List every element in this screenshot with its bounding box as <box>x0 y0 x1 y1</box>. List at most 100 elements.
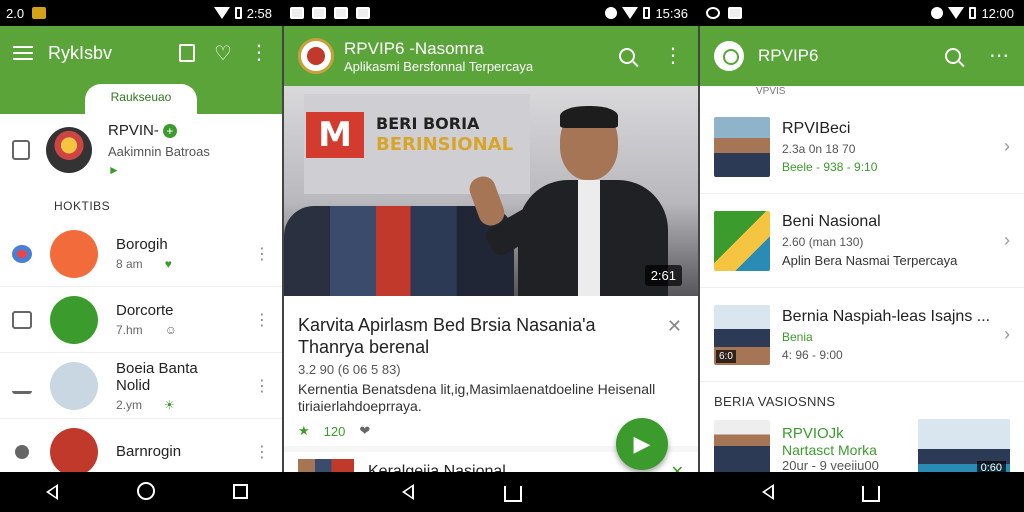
system-nav-bar <box>0 472 1024 512</box>
status-bar-right: 12:00 <box>700 0 1024 26</box>
status-time: 2:58 <box>246 5 272 21</box>
bookmark-icon[interactable] <box>176 42 198 64</box>
duration-badge: 2:61 <box>644 265 682 286</box>
more-options-icon[interactable]: ⋯ <box>988 45 1010 67</box>
profile-name: RPVIN- <box>108 122 159 139</box>
app-bar: RPVIP6 ⋯ <box>700 26 1024 86</box>
back-icon[interactable] <box>762 484 774 500</box>
lock-icon <box>12 139 30 160</box>
home-icon[interactable] <box>137 482 155 500</box>
item-meta: 2.ym <box>116 397 143 412</box>
list-item[interactable]: RPVIBeci 2.3a 0n 18 70 Beele - 938 - 9:1… <box>700 100 1024 194</box>
item-thumbnail: 6:0 <box>714 304 770 365</box>
battery-icon <box>969 7 977 19</box>
rating-count: 120 <box>323 423 346 439</box>
list-item[interactable]: Barnrogin ⋮ <box>0 419 282 472</box>
item-title: Dorcorte <box>116 302 174 319</box>
back-icon[interactable] <box>402 484 414 500</box>
item-meta: 7.hm <box>116 323 143 337</box>
more-options-icon[interactable]: ⋮ <box>254 442 270 462</box>
notification-icon <box>728 7 742 19</box>
item-meta: Benia <box>782 329 813 344</box>
back-icon[interactable] <box>46 484 58 500</box>
status-bar-middle: 15:36 <box>284 0 698 26</box>
app-title: RPVIP6 <box>758 46 819 65</box>
status-time: 15:36 <box>655 5 688 21</box>
add-icon[interactable]: + <box>162 124 177 138</box>
item-title: Boeia Banta Nolid <box>116 359 198 394</box>
item-thumbnail <box>714 116 770 177</box>
close-icon[interactable]: ✕ <box>671 462 684 472</box>
item-meta-icon: ☺ <box>164 323 177 337</box>
recent-apps-icon[interactable] <box>233 484 248 499</box>
item-avatar <box>50 229 98 278</box>
more-options-icon[interactable]: ⋮ <box>662 45 684 67</box>
list-item[interactable]: RPVIOJk Nartasct Morka 20ur - 9 veeiiu00… <box>700 419 1024 472</box>
search-icon[interactable] <box>942 45 964 67</box>
video-thumbnail[interactable]: 0:60 <box>918 419 1010 472</box>
duration-badge: 6:0 <box>716 349 736 363</box>
list-item[interactable]: Dorcorte 7.hm ☺ ⋮ <box>0 287 282 353</box>
list-item[interactable]: 6:0 Bernia Naspiah-leas Isajns ... Benia… <box>700 288 1024 382</box>
location-icon <box>15 444 29 459</box>
more-options-icon[interactable]: ⋮ <box>254 376 270 396</box>
notification-icon <box>290 7 304 19</box>
article-title: Karvita Apirlasm Bed Brsia Nasania'a Tha… <box>298 315 596 357</box>
list-item[interactable]: Borogih 8 am ♥ ⋮ <box>0 221 282 287</box>
app-logo-icon <box>714 41 744 71</box>
close-icon[interactable]: ✕ <box>667 316 682 337</box>
app-bar: RykIsbv ♡ ⋮ Raukseuao <box>0 26 282 114</box>
home-icon[interactable] <box>862 486 880 502</box>
article-meta: 3.2 90 (6 06 5 83) <box>298 362 401 377</box>
more-options-icon[interactable]: ⋮ <box>254 244 270 264</box>
chevron-right-icon[interactable]: › <box>1004 230 1010 251</box>
list-panel: RPVIP6 ⋯ VPVIS RPVIBeci 2.3a 0n 18 70 Be… <box>700 26 1024 472</box>
more-options-icon[interactable]: ⋮ <box>248 42 270 64</box>
menu-icon[interactable] <box>12 42 34 64</box>
search-icon[interactable] <box>616 45 638 67</box>
app-bar: RPVIP6 -Nasomra Aplikasmi Bersfonnal Ter… <box>284 26 698 86</box>
item-title: RPVIBeci <box>782 119 851 137</box>
bank-icon <box>12 378 32 394</box>
article-panel: RPVIP6 -Nasomra Aplikasmi Bersfonnal Ter… <box>284 26 698 472</box>
notification-icon <box>32 7 47 19</box>
home-icon[interactable] <box>504 486 522 502</box>
drawer-panel: RykIsbv ♡ ⋮ Raukseuao RPVIN- + Aakimnin B… <box>0 26 282 472</box>
browser-icon <box>12 244 32 263</box>
battery-icon <box>643 7 651 19</box>
article-thumbnail <box>298 459 354 472</box>
list-item[interactable]: Boeia Banta Nolid 2.ym ☀ ⋮ <box>0 353 282 419</box>
section-header: VPVIS <box>756 86 786 97</box>
hero-image[interactable]: M BERI BORIA BERINSIONAL 2:61 <box>284 86 698 296</box>
banner-text: BERI BORIA <box>376 114 480 133</box>
avatar <box>46 126 92 173</box>
favorite-icon[interactable]: ♡ <box>212 42 234 65</box>
section-header: HOKTIBS <box>54 199 111 213</box>
star-icon[interactable]: ★ <box>298 423 310 439</box>
folder-icon <box>12 310 32 329</box>
item-avatar <box>50 295 98 344</box>
item-avatar <box>50 361 98 410</box>
item-subtitle: Aplin Bera Nasmai Terpercaya <box>782 253 958 268</box>
wifi-icon <box>622 7 639 19</box>
article-description: Kernentia Benatsdena lit,ig,Masimlaenatd… <box>298 381 656 414</box>
item-title: Bernia Naspiah-leas Isajns ... <box>782 307 991 325</box>
profile-header[interactable]: RPVIN- + Aakimnin Batroas ► <box>0 114 282 183</box>
item-title: Barnrogin <box>116 443 182 460</box>
article-title: Keralgeija Nasional <box>368 463 506 472</box>
chevron-right-icon[interactable]: › <box>1004 324 1010 345</box>
item-title: Beni Nasional <box>782 213 881 230</box>
app-title: RykIsbv <box>48 42 113 63</box>
chevron-right-icon[interactable]: › <box>1004 136 1010 157</box>
item-meta: 20ur - 9 veeiiu00 <box>782 458 879 472</box>
like-icon[interactable]: ❤ <box>359 423 370 439</box>
item-meta: 2.3a 0n 18 70 <box>782 141 856 156</box>
tab-active[interactable]: Raukseuao <box>84 84 198 114</box>
item-subtitle: Nartasct Morka <box>782 442 877 458</box>
more-options-icon[interactable]: ⋮ <box>254 310 270 330</box>
play-button[interactable]: ▶ <box>616 418 668 470</box>
item-meta: Beele - 938 - 9:10 <box>782 159 878 174</box>
item-meta-icon: ♥ <box>164 257 172 271</box>
item-meta-icon: ☀ <box>164 397 175 412</box>
list-item[interactable]: Beni Nasional 2.60 (man 130) Aplin Bera … <box>700 194 1024 288</box>
